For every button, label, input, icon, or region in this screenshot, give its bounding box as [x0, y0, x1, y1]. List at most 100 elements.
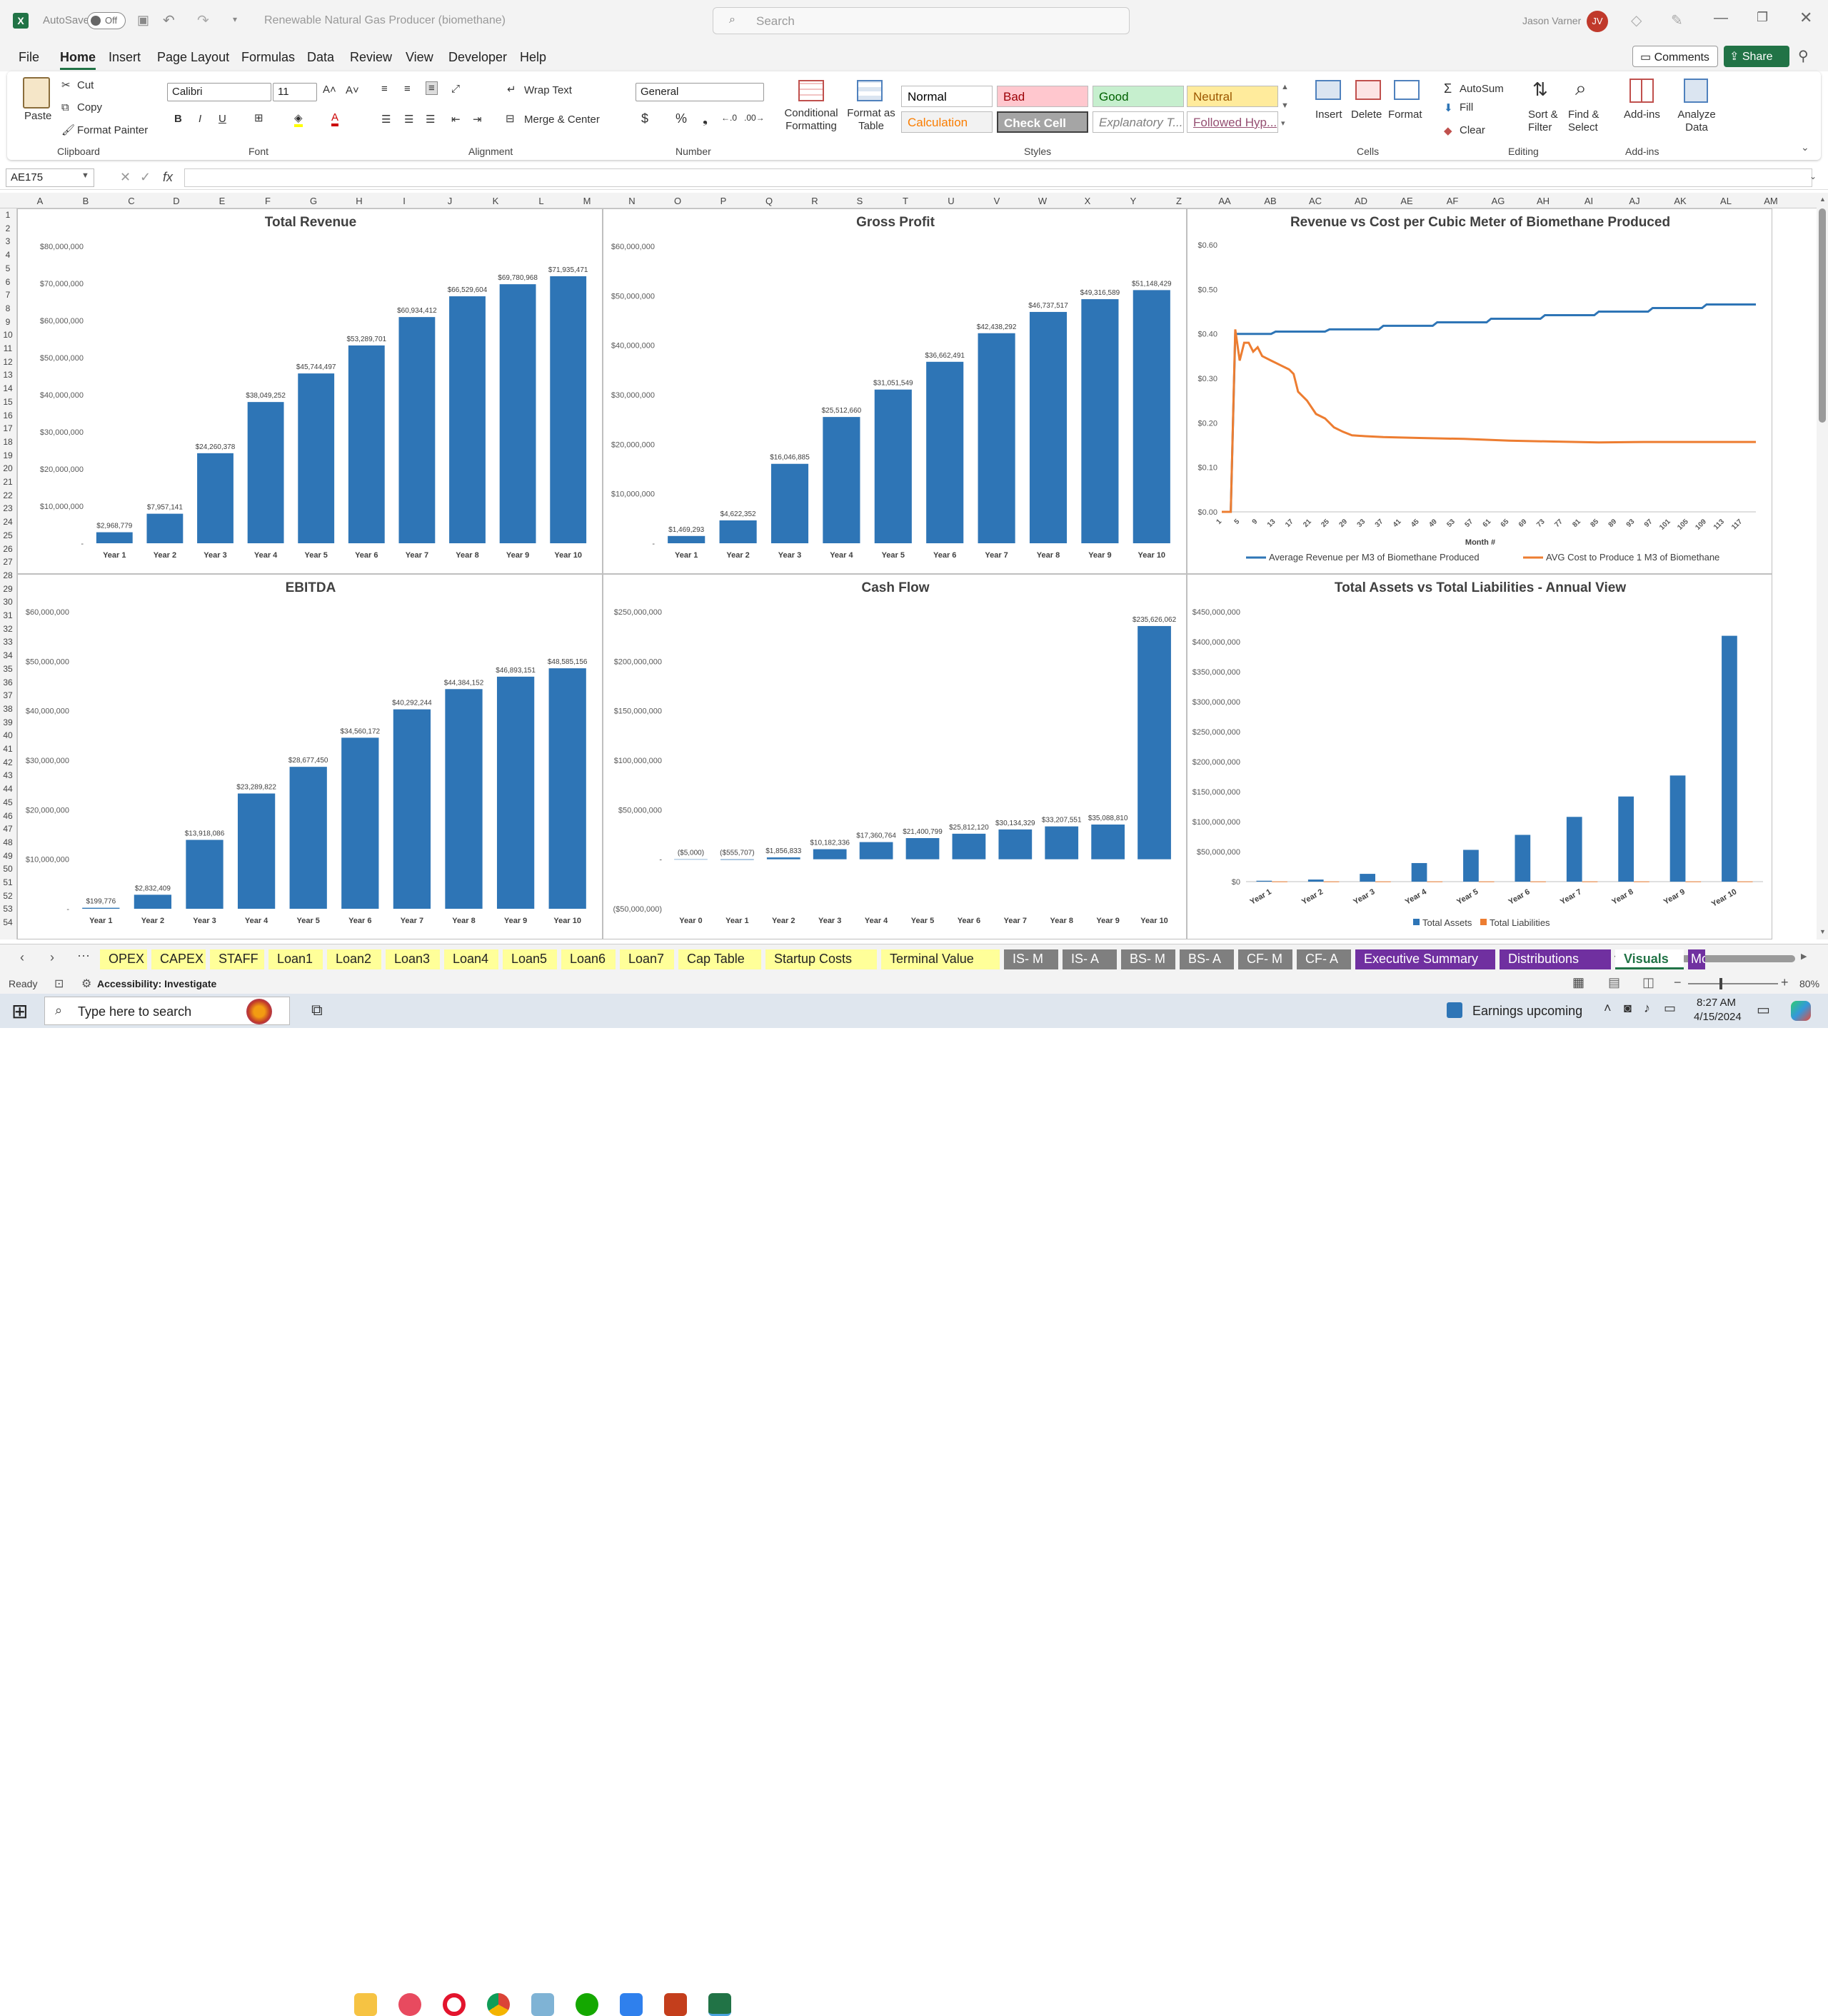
sheet-tab-loan4[interactable]: Loan4	[444, 949, 498, 969]
bar-total-assets-year-9[interactable]	[1669, 775, 1686, 882]
row-header-6[interactable]: 6	[0, 277, 16, 287]
column-header-AK[interactable]: AK	[1673, 196, 1687, 206]
increase-decimal-icon[interactable]: ←.0	[721, 113, 737, 123]
cell-style-explanatory-t[interactable]: Explanatory T...	[1093, 111, 1184, 133]
accessibility-icon[interactable]: ⚙	[81, 977, 91, 991]
row-header-46[interactable]: 46	[0, 811, 16, 821]
analyze-data-button[interactable]: Analyze Data	[1675, 109, 1718, 134]
format-as-table-button[interactable]: Format as Table	[844, 107, 898, 133]
fill-icon[interactable]: ⬇	[1444, 101, 1453, 114]
sort-filter-icon[interactable]: ⇅	[1532, 79, 1548, 101]
row-header-50[interactable]: 50	[0, 864, 16, 874]
row-header-38[interactable]: 38	[0, 704, 16, 714]
column-header-N[interactable]: N	[625, 196, 639, 206]
cell-style-neutral[interactable]: Neutral	[1187, 86, 1278, 107]
bar-year-3[interactable]	[770, 463, 809, 543]
increase-indent-icon[interactable]: ⇥	[473, 113, 482, 126]
row-header-17[interactable]: 17	[0, 423, 16, 433]
align-left-icon[interactable]: ☰	[381, 113, 391, 126]
column-header-W[interactable]: W	[1035, 196, 1050, 206]
upwork-icon[interactable]	[576, 1993, 598, 2016]
row-header-2[interactable]: 2	[0, 223, 16, 233]
align-right-icon[interactable]: ☰	[426, 113, 435, 126]
chart-revenue-vs-cost[interactable]: Revenue vs Cost per Cubic Meter of Biome…	[1187, 208, 1772, 574]
bar-year-1[interactable]	[82, 907, 120, 909]
row-header-18[interactable]: 18	[0, 437, 16, 447]
zoom-level[interactable]: 80%	[1799, 978, 1819, 989]
font-color-icon[interactable]: A	[331, 111, 339, 126]
sheet-tab-is-a[interactable]: IS- A	[1063, 949, 1117, 969]
worksheet-grid[interactable]: Total Revenue - $10,000,000 $20,000,000 $30,…	[17, 208, 1817, 939]
share-button[interactable]: ⇪ Share	[1724, 46, 1789, 67]
scroll-up-icon[interactable]: ▲	[1819, 196, 1826, 203]
page-layout-view-icon[interactable]: ▤	[1608, 975, 1620, 990]
bar-year-2[interactable]	[134, 894, 172, 909]
app-icon[interactable]	[531, 1993, 554, 2016]
menu-formulas[interactable]: Formulas	[241, 50, 295, 65]
fill-button[interactable]: Fill	[1460, 101, 1473, 114]
customize-toolbar-icon[interactable]: ▾	[233, 14, 237, 24]
next-sheet-icon[interactable]: ›	[50, 950, 54, 965]
bar-year-7[interactable]	[393, 709, 431, 909]
name-box-dropdown-icon[interactable]: ▼	[81, 171, 89, 180]
row-header-43[interactable]: 43	[0, 770, 16, 780]
copy-icon[interactable]: ⧉	[61, 101, 69, 114]
row-header-25[interactable]: 25	[0, 530, 16, 540]
search-box[interactable]: ⌕ Search	[713, 7, 1130, 34]
cell-style-followed-hyp[interactable]: Followed Hyp...	[1187, 111, 1278, 133]
column-header-AF[interactable]: AF	[1445, 196, 1460, 206]
row-header-3[interactable]: 3	[0, 236, 16, 246]
sheet-tab-loan3[interactable]: Loan3	[386, 949, 440, 969]
task-view-icon[interactable]: ⧉	[311, 1001, 323, 1019]
sheet-tab-startup-costs[interactable]: Startup Costs	[765, 949, 877, 969]
merge-center-icon[interactable]: ⊟	[506, 112, 515, 125]
sheet-tab-terminal-value[interactable]: Terminal Value	[881, 949, 1000, 969]
bar-year-10[interactable]	[1138, 625, 1171, 860]
cut-icon[interactable]: ✂	[61, 79, 71, 91]
bar-total-assets-year-4[interactable]	[1411, 862, 1427, 882]
insert-cells-button[interactable]: Insert	[1315, 109, 1342, 121]
row-header-20[interactable]: 20	[0, 463, 16, 473]
menu-page-layout[interactable]: Page Layout	[157, 50, 229, 65]
row-header-36[interactable]: 36	[0, 677, 16, 687]
row-header-53[interactable]: 53	[0, 904, 16, 914]
bar-total-assets-year-10[interactable]	[1722, 635, 1737, 882]
bar-year-6[interactable]	[341, 737, 379, 909]
collapse-ribbon-icon[interactable]: ⌄	[1801, 141, 1809, 153]
menu-view[interactable]: View	[406, 50, 433, 65]
bar-year-4[interactable]	[237, 793, 276, 909]
font-name-combo[interactable]: Calibri	[167, 83, 271, 101]
row-header-28[interactable]: 28	[0, 570, 16, 580]
sheet-tab-loan7[interactable]: Loan7	[620, 949, 674, 969]
conditional-formatting-button[interactable]: Conditional Formatting	[781, 107, 841, 133]
page-break-view-icon[interactable]: ◫	[1642, 975, 1654, 990]
confirm-entry-icon[interactable]: ✓	[140, 170, 151, 185]
row-header-22[interactable]: 22	[0, 490, 16, 500]
accessibility-status[interactable]: Accessibility: Investigate	[97, 978, 216, 989]
column-header-A[interactable]: A	[33, 196, 47, 206]
column-header-AE[interactable]: AE	[1400, 196, 1414, 206]
column-header-AM[interactable]: AM	[1764, 196, 1778, 206]
avatar[interactable]: JV	[1587, 11, 1608, 32]
cell-style-normal[interactable]: Normal	[901, 86, 993, 107]
sheet-tab-loan2[interactable]: Loan2	[327, 949, 381, 969]
bar-year-5[interactable]	[298, 373, 335, 543]
bar-year-3[interactable]	[197, 453, 233, 543]
find-select-button[interactable]: Find & Select	[1568, 109, 1618, 134]
zoom-out-icon[interactable]: −	[1674, 975, 1682, 990]
row-header-4[interactable]: 4	[0, 250, 16, 260]
row-header-47[interactable]: 47	[0, 824, 16, 834]
bar-year-4[interactable]	[823, 417, 860, 543]
sheet-tab-cap-table[interactable]: Cap Table	[678, 949, 761, 969]
clear-icon[interactable]: ◆	[1444, 124, 1452, 137]
bar-year-8[interactable]	[445, 689, 483, 909]
bar-year-4[interactable]	[859, 842, 893, 860]
windows-start-icon[interactable]: ⊞	[11, 999, 28, 1023]
tray-network-icon[interactable]: ▭	[1664, 1001, 1676, 1016]
row-header-29[interactable]: 29	[0, 584, 16, 594]
chart-gross-profit[interactable]: Gross Profit - $10,000,000 $20,000,000 $30,0…	[603, 208, 1187, 574]
bar-year-10[interactable]	[548, 668, 586, 909]
expand-formula-icon[interactable]: ⌄	[1809, 171, 1817, 181]
delete-cells-icon[interactable]	[1355, 80, 1381, 100]
copy-button[interactable]: Copy	[77, 101, 102, 114]
